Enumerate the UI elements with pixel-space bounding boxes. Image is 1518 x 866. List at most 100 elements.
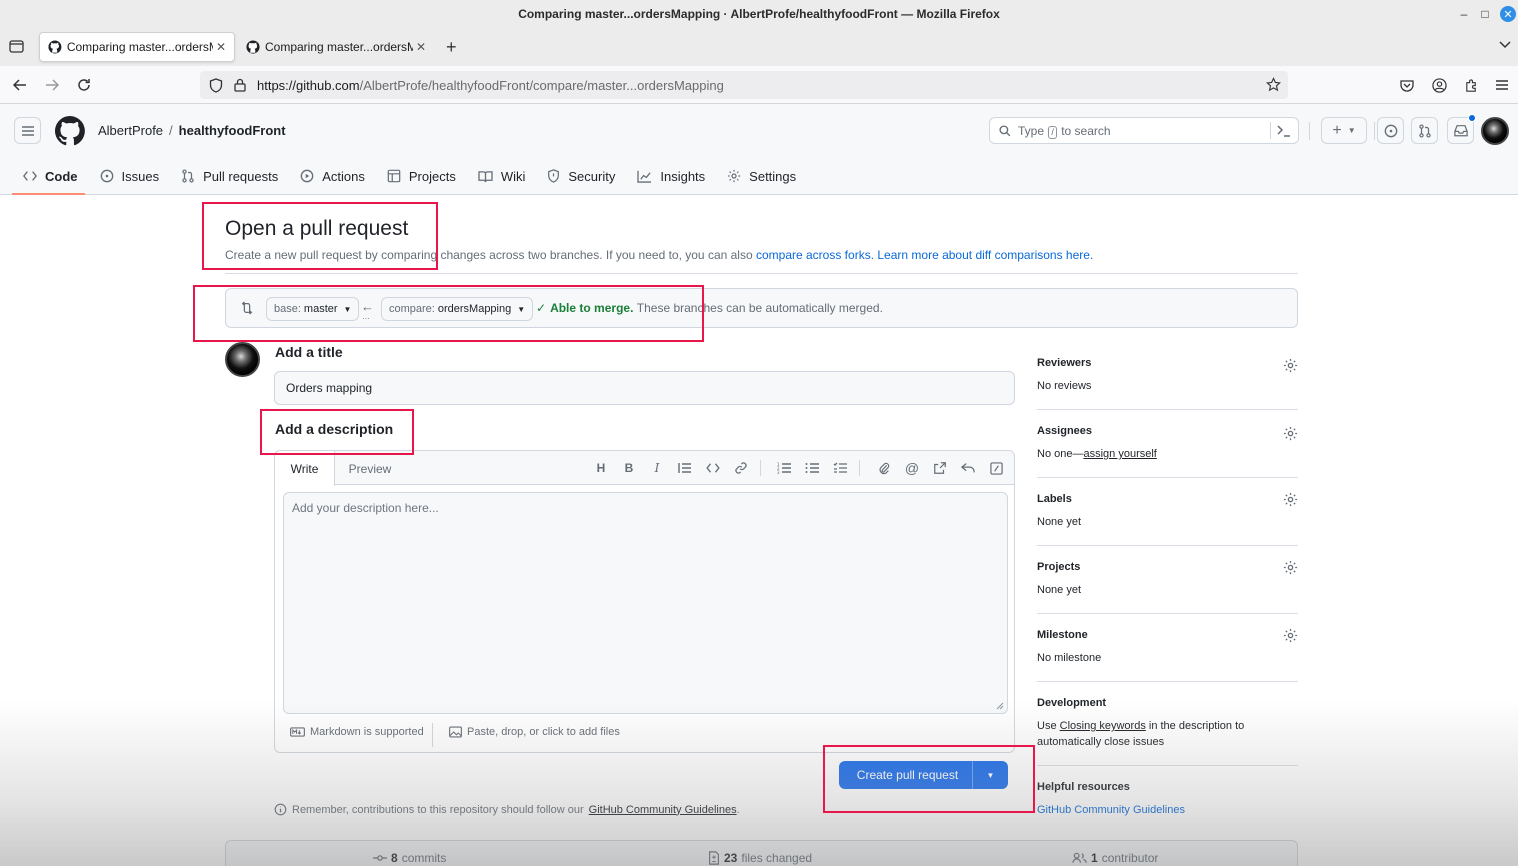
create-new-button[interactable]: + ▼	[1321, 117, 1367, 144]
github-logo-icon[interactable]	[55, 116, 85, 146]
file-diff-icon	[709, 851, 719, 865]
link-icon[interactable]	[732, 459, 750, 477]
task-list-icon[interactable]	[831, 459, 849, 477]
issues-icon	[100, 169, 113, 183]
new-tab-icon[interactable]: +	[446, 37, 457, 58]
gear-icon[interactable]	[1283, 358, 1298, 373]
reviewers-heading[interactable]: Reviewers	[1037, 357, 1091, 369]
mention-icon[interactable]: @	[903, 459, 921, 477]
compare-summary: 8 commits 23 files changed 1 contributor	[225, 840, 1298, 866]
milestone-heading[interactable]: Milestone	[1037, 629, 1088, 641]
compare-branch-select[interactable]: compare: ordersMapping ▼	[381, 297, 534, 321]
user-avatar[interactable]	[1481, 117, 1509, 145]
shield-icon[interactable]	[209, 78, 223, 93]
maximize-button[interactable]: □	[1477, 6, 1493, 22]
cross-reference-icon[interactable]	[931, 459, 949, 477]
paperclip-icon[interactable]	[875, 459, 893, 477]
code-icon[interactable]	[704, 459, 722, 477]
bookmark-star-icon[interactable]	[1266, 77, 1281, 92]
minimize-button[interactable]: –	[1456, 6, 1472, 22]
app-menu-icon[interactable]	[1492, 75, 1512, 95]
gear-icon[interactable]	[1283, 628, 1298, 643]
community-guidelines-link[interactable]: GitHub Community Guidelines	[589, 804, 737, 816]
helpful-resources-heading: Helpful resources	[1037, 781, 1130, 793]
markdown-icon	[290, 727, 305, 737]
commits-count[interactable]: 8 commits	[373, 851, 446, 865]
description-textarea[interactable]: Add your description here...	[283, 492, 1008, 714]
learn-more-link[interactable]: Learn more about diff comparisons here.	[877, 248, 1093, 262]
graph-icon	[637, 170, 652, 183]
tab-pull-requests[interactable]: Pull requests	[170, 159, 289, 193]
reload-icon[interactable]	[74, 75, 94, 95]
helpful-guidelines-link[interactable]: GitHub Community Guidelines	[1037, 804, 1185, 816]
labels-heading[interactable]: Labels	[1037, 493, 1072, 505]
closing-keywords-link[interactable]: Closing keywords	[1060, 720, 1146, 732]
markdown-note[interactable]: Markdown is supported	[290, 726, 424, 738]
tab-write[interactable]: Write	[275, 451, 335, 486]
command-palette-icon[interactable]	[1277, 125, 1291, 137]
unordered-list-icon[interactable]	[803, 459, 821, 477]
account-icon[interactable]	[1429, 75, 1449, 95]
browser-tab-active[interactable]: Comparing master...ordersMapping ✕	[39, 32, 235, 62]
heading-icon[interactable]: H	[592, 459, 610, 477]
gear-icon[interactable]	[1283, 426, 1298, 441]
inbox-icon[interactable]	[1447, 114, 1476, 144]
files-changed-count[interactable]: 23 files changed	[708, 851, 812, 865]
back-icon[interactable]	[10, 75, 30, 95]
slash-command-icon[interactable]	[987, 459, 1005, 477]
reply-icon[interactable]	[959, 459, 977, 477]
gear-icon[interactable]	[1283, 492, 1298, 507]
repo-name-link[interactable]: healthyfoodFront	[179, 123, 286, 138]
quote-icon[interactable]	[676, 459, 694, 477]
projects-heading[interactable]: Projects	[1037, 561, 1080, 573]
menu-icon[interactable]	[14, 117, 41, 144]
caret-down-icon[interactable]: ▼	[972, 761, 1008, 789]
url-path: /AlbertProfe/healthyfoodFront/compare/ma…	[359, 78, 724, 93]
tab-issues[interactable]: Issues	[89, 159, 171, 193]
create-pull-request-button[interactable]: Create pull request ▼	[839, 761, 1008, 789]
pocket-icon[interactable]	[1397, 75, 1417, 95]
tab-code[interactable]: Code	[12, 159, 89, 195]
close-tab-icon[interactable]: ✕	[416, 40, 426, 54]
bold-icon[interactable]: B	[620, 459, 638, 477]
lock-icon[interactable]	[234, 78, 246, 92]
forward-icon[interactable]	[42, 75, 62, 95]
assign-yourself-link[interactable]: assign yourself	[1083, 448, 1156, 460]
close-window-button[interactable]: ✕	[1500, 6, 1516, 22]
compare-forks-link[interactable]: compare across forks.	[756, 248, 874, 262]
tab-insights[interactable]: Insights	[626, 159, 716, 193]
book-icon	[478, 170, 493, 182]
tab-security[interactable]: Security	[536, 159, 626, 193]
development-note-line2: automatically close issues	[1037, 736, 1165, 748]
title-input[interactable]: Orders mapping	[274, 371, 1015, 405]
title-label: Add a title	[275, 344, 343, 360]
divider	[225, 273, 1298, 274]
tab-wiki[interactable]: Wiki	[467, 159, 537, 193]
search-input[interactable]: Type / to search	[989, 117, 1299, 144]
tab-actions[interactable]: Actions	[289, 159, 376, 193]
tab-settings[interactable]: Settings	[716, 159, 807, 193]
list-all-tabs-icon[interactable]	[1499, 41, 1511, 49]
issues-icon[interactable]	[1377, 117, 1404, 144]
pull-request-icon	[182, 169, 194, 183]
assignees-heading[interactable]: Assignees	[1037, 425, 1092, 437]
projects-value: None yet	[1037, 584, 1082, 596]
pull-requests-icon[interactable]	[1411, 117, 1438, 144]
resize-handle-icon[interactable]	[996, 702, 1004, 710]
close-tab-icon[interactable]: ✕	[216, 40, 226, 54]
tab-projects[interactable]: Projects	[376, 159, 467, 193]
tab-list-icon[interactable]	[9, 40, 24, 53]
ordered-list-icon[interactable]: 123	[775, 459, 793, 477]
base-branch-select[interactable]: base: master ▼	[266, 297, 360, 321]
tab-preview[interactable]: Preview	[335, 451, 405, 486]
extensions-icon[interactable]	[1461, 75, 1481, 95]
gear-icon[interactable]	[1283, 560, 1298, 575]
description-label: Add a description	[275, 421, 394, 437]
repo-owner-link[interactable]: AlbertProfe	[98, 123, 163, 138]
italic-icon[interactable]: I	[648, 459, 666, 477]
url-bar[interactable]: https://github.com/AlbertProfe/healthyfo…	[200, 71, 1288, 99]
attach-files-note[interactable]: Paste, drop, or click to add files	[449, 726, 620, 738]
browser-tab[interactable]: Comparing master...ordersMapping ✕	[238, 32, 434, 62]
contributors-count[interactable]: 1 contributor	[1072, 851, 1158, 865]
url-domain: https://github.com	[257, 78, 360, 93]
